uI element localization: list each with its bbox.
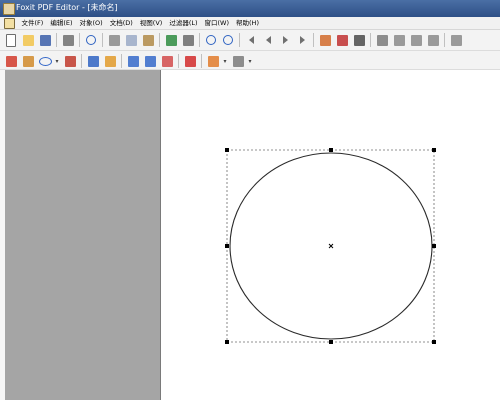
handle-top-left[interactable] <box>225 148 229 152</box>
handle-bottom-left[interactable] <box>225 340 229 344</box>
handle-top-center[interactable] <box>329 148 333 152</box>
drawing-canvas <box>225 148 436 344</box>
center-marker <box>328 243 334 249</box>
handle-middle-right[interactable] <box>432 244 436 248</box>
handle-bottom-right[interactable] <box>432 340 436 344</box>
handle-bottom-center[interactable] <box>329 340 333 344</box>
handle-top-right[interactable] <box>432 148 436 152</box>
handle-middle-left[interactable] <box>225 244 229 248</box>
